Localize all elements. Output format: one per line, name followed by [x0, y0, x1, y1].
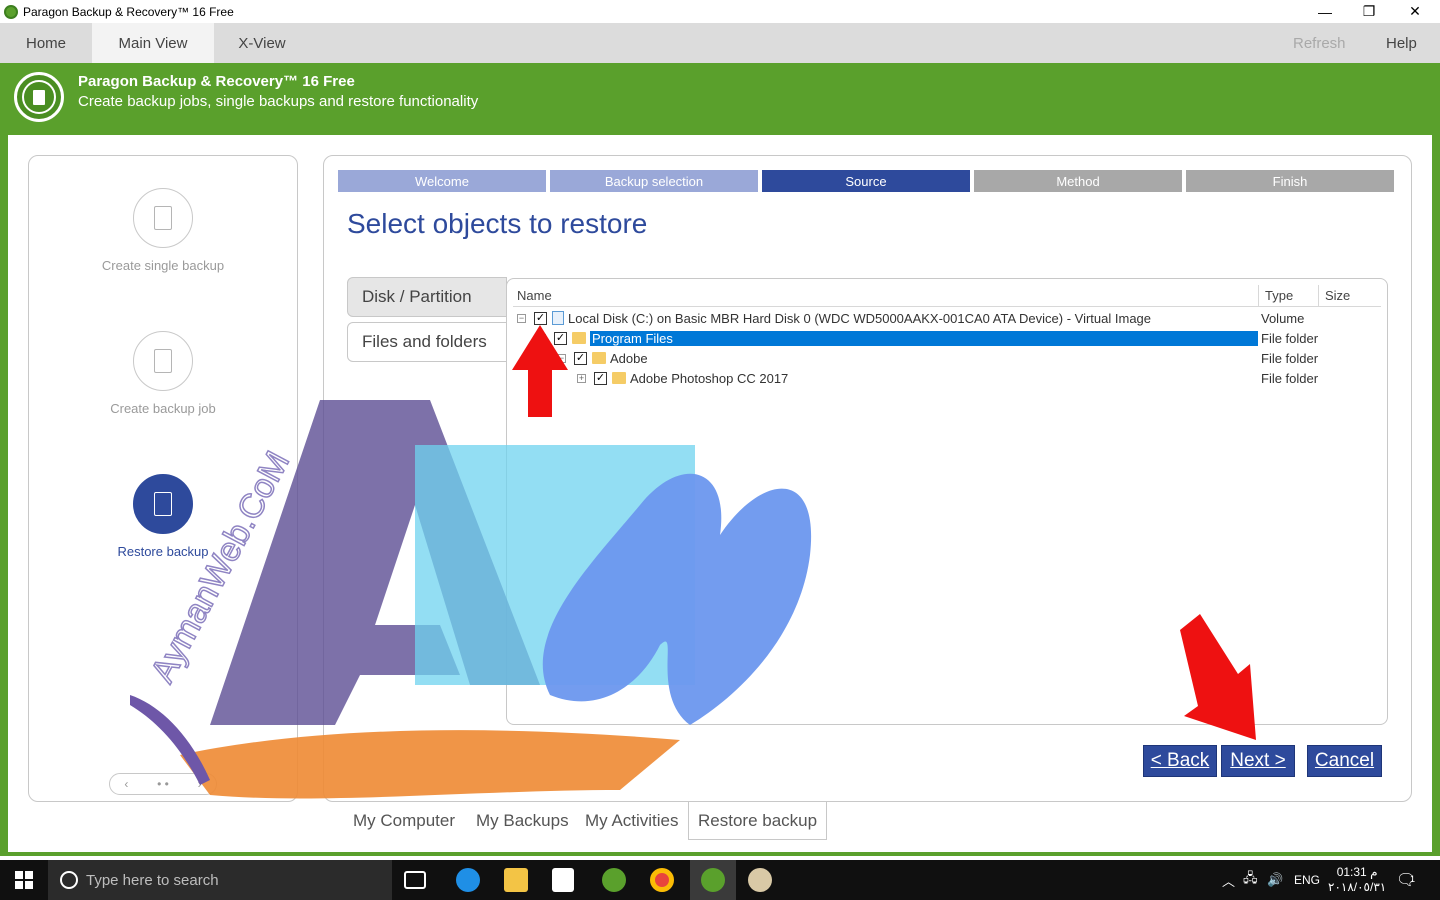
paint-icon[interactable]: [748, 868, 772, 892]
step-backup-selection: Backup selection: [550, 170, 758, 192]
search-placeholder: Type here to search: [86, 871, 219, 889]
sidebar-pager[interactable]: ‹ • • ›: [109, 773, 217, 795]
expand-icon[interactable]: +: [577, 373, 586, 383]
column-type[interactable]: Type: [1259, 285, 1319, 307]
chrome-icon[interactable]: [650, 868, 674, 892]
step-welcome: Welcome: [338, 170, 546, 192]
network-icon[interactable]: 🖧: [1243, 860, 1258, 900]
sidebar-item-create-single-backup[interactable]: Create single backup: [29, 188, 297, 273]
windows-icon: [15, 871, 33, 889]
tree-row-name: Adobe: [610, 350, 648, 366]
page-title: Select objects to restore: [347, 208, 648, 239]
step-finish: Finish: [1186, 170, 1394, 192]
collapse-icon[interactable]: −: [517, 313, 526, 323]
edge-icon[interactable]: [456, 868, 480, 892]
back-button[interactable]: < Back: [1143, 745, 1217, 777]
menu-bar: Home Main View X-View Refresh Help: [0, 23, 1440, 63]
pager-dots: • •: [157, 777, 169, 791]
tree-row-type: File folder: [1261, 331, 1319, 346]
scheduled-document-icon: [133, 331, 193, 391]
tree-row[interactable]: − ✓ Local Disk (C:) on Basic MBR Hard Di…: [517, 308, 1151, 328]
sidebar-item-create-backup-job[interactable]: Create backup job: [29, 331, 297, 416]
tree-row-name: Adobe Photoshop CC 2017: [630, 370, 789, 386]
next-button[interactable]: Next >: [1221, 745, 1295, 777]
minimize-button[interactable]: —: [1302, 0, 1348, 23]
folder-icon: [592, 352, 606, 364]
header-title: Paragon Backup & Recovery™ 16 Free: [78, 73, 355, 90]
language-indicator[interactable]: ENG: [1294, 860, 1320, 900]
sidebar-item-label: Restore backup: [117, 544, 209, 559]
step-source: Source: [762, 170, 970, 192]
file-explorer-icon[interactable]: [504, 868, 528, 892]
close-button[interactable]: ✕: [1392, 0, 1438, 23]
collapse-icon[interactable]: −: [537, 333, 546, 343]
app-icon: [4, 4, 18, 19]
clock[interactable]: 01:31 م ٢٠١٨/٠٥/٣١: [1328, 860, 1386, 900]
notification-count-badge: 1: [1410, 874, 1416, 884]
column-size[interactable]: Size: [1319, 285, 1381, 307]
tab-disk-partition[interactable]: Disk / Partition: [347, 277, 507, 317]
checkbox[interactable]: ✓: [554, 331, 567, 345]
tree-row-type: File folder: [1261, 351, 1319, 366]
tab-my-activities[interactable]: My Activities: [585, 802, 679, 840]
tab-files-and-folders[interactable]: Files and folders: [347, 322, 507, 362]
header-subtitle: Create backup jobs, single backups and r…: [78, 93, 479, 110]
tree-row-name: Local Disk (C:) on Basic MBR Hard Disk 0…: [568, 310, 1152, 326]
sidebar: Create single backup Create backup job R…: [28, 155, 298, 802]
show-hidden-icons[interactable]: ︿: [1222, 860, 1235, 900]
checkbox[interactable]: ✓: [574, 351, 587, 365]
pager-prev-icon[interactable]: ‹: [124, 777, 128, 791]
tab-main-view[interactable]: Main View: [92, 23, 214, 63]
folder-icon: [572, 332, 586, 344]
tree-row[interactable]: − ✓ Program Files: [537, 328, 1258, 348]
restore-icon: [133, 474, 193, 534]
tab-my-backups[interactable]: My Backups: [476, 802, 569, 840]
sidebar-item-label: Create single backup: [101, 258, 225, 273]
tab-restore-backup[interactable]: Restore backup: [688, 802, 828, 840]
pager-next-icon[interactable]: ›: [198, 777, 202, 791]
taskbar: Type here to search ︿ 🖧 🔊 ENG 01:31 م ٢٠…: [0, 860, 1440, 900]
utorrent-icon[interactable]: [602, 868, 626, 892]
document-icon: [133, 188, 193, 248]
start-button[interactable]: [0, 860, 48, 900]
tab-x-view[interactable]: X-View: [214, 23, 310, 63]
tree-row-name: Program Files: [590, 330, 1258, 346]
taskbar-search[interactable]: Type here to search: [48, 860, 392, 900]
window-title: Paragon Backup & Recovery™ 16 Free: [23, 4, 234, 19]
sidebar-item-label: Create backup job: [110, 401, 216, 416]
tab-my-computer[interactable]: My Computer: [353, 802, 455, 840]
tree-row-type: File folder: [1261, 371, 1319, 386]
maximize-button[interactable]: ❐: [1346, 0, 1392, 23]
clock-time: 01:31 م: [1336, 865, 1378, 879]
paragon-app-icon: [701, 868, 725, 892]
collapse-icon[interactable]: −: [557, 353, 566, 363]
cancel-button[interactable]: Cancel: [1307, 745, 1382, 777]
store-icon[interactable]: [552, 868, 574, 892]
step-method: Method: [974, 170, 1182, 192]
tree-row-type: Volume: [1261, 311, 1305, 326]
clock-date: ٢٠١٨/٠٥/٣١: [1328, 880, 1387, 894]
refresh-button[interactable]: Refresh: [1293, 23, 1346, 63]
tab-home[interactable]: Home: [0, 23, 92, 63]
folder-icon: [612, 372, 626, 384]
help-button[interactable]: Help: [1386, 23, 1417, 63]
restore-header-icon: [14, 72, 64, 122]
tree-row[interactable]: + ✓ Adobe Photoshop CC 2017: [577, 368, 788, 388]
task-view-icon[interactable]: [404, 871, 426, 889]
checkbox[interactable]: ✓: [534, 311, 547, 325]
title-bar: Paragon Backup & Recovery™ 16 Free: [0, 0, 1440, 23]
sidebar-item-restore-backup[interactable]: Restore backup: [29, 474, 297, 559]
checkbox[interactable]: ✓: [594, 371, 607, 385]
volume-icon: [552, 311, 564, 325]
tree-row[interactable]: − ✓ Adobe: [557, 348, 648, 368]
cortana-icon: [60, 871, 78, 889]
volume-icon[interactable]: 🔊: [1267, 860, 1283, 900]
column-name[interactable]: Name: [513, 285, 1259, 307]
